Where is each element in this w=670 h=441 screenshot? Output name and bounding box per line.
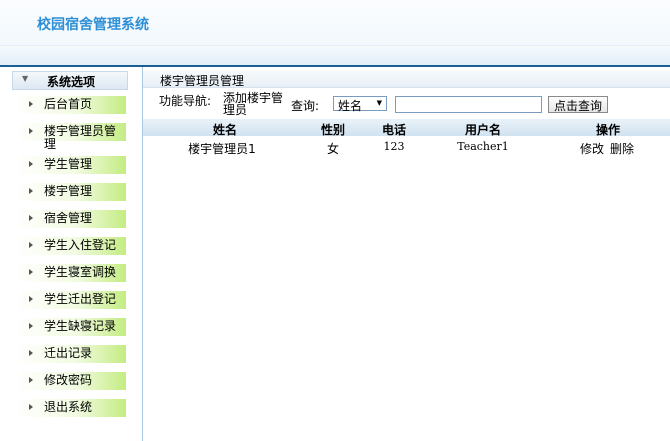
sidebar-item-label: 学生入住登记 (44, 238, 117, 252)
sidebar-item-home[interactable]: 后台首页 (15, 96, 126, 114)
sidebar-item-label: 学生管理 (44, 157, 93, 171)
sidebar-item-label: 修改密码 (44, 373, 93, 387)
sidebar-item-building-admin[interactable]: 楼宇管理员管理 (15, 123, 126, 151)
collapse-arrow-icon: ▼ (22, 74, 29, 83)
sidebar-item-students[interactable]: 学生管理 (15, 156, 126, 174)
arrow-right-icon (29, 323, 33, 329)
sidebar-item-logout[interactable]: 退出系统 (15, 399, 126, 417)
cell-username: Teacher1 (457, 140, 509, 153)
page-title: 楼宇管理员管理 (160, 74, 245, 88)
sidebar-item-label: 学生迁出登记 (44, 292, 117, 306)
sidebar-header[interactable]: ▼ 系统选项 (12, 71, 128, 90)
cell-name: 楼宇管理员1 (188, 142, 256, 156)
cell-gender: 女 (326, 142, 340, 156)
table-header: 姓名 性别 电话 用户名 操作 (143, 119, 670, 137)
sidebar-header-label: 系统选项 (47, 75, 96, 89)
header: 校园宿舍管理系统 (0, 0, 670, 45)
add-admin-link[interactable]: 添加楼宇管理员 (223, 92, 287, 116)
col-header-phone: 电话 (381, 123, 407, 137)
sidebar-item-label: 学生缺寝记录 (44, 319, 117, 333)
sidebar-item-absence[interactable]: 学生缺寝记录 (15, 318, 126, 336)
col-header-username: 用户名 (464, 123, 502, 137)
col-header-actions: 操作 (595, 123, 621, 137)
arrow-right-icon (29, 377, 33, 383)
page-title-bar: 楼宇管理员管理 (143, 70, 670, 88)
app-title: 校园宿舍管理系统 (37, 17, 149, 33)
delete-link[interactable]: 删除 (610, 140, 634, 157)
arrow-right-icon (29, 128, 33, 134)
search-button[interactable]: 点击查询 (548, 96, 608, 113)
cell-phone: 123 (383, 140, 405, 153)
sidebar-item-checkin[interactable]: 学生入住登记 (15, 237, 126, 255)
sidebar-item-checkout[interactable]: 学生迁出登记 (15, 291, 126, 309)
query-label: 查询: (291, 99, 320, 113)
sidebar-item-label: 楼宇管理员管理 (44, 124, 117, 151)
edit-link[interactable]: 修改 (580, 140, 604, 157)
sidebar-item-buildings[interactable]: 楼宇管理 (15, 183, 126, 201)
search-input[interactable] (395, 96, 542, 113)
nav-label: 功能导航: (159, 94, 212, 108)
sidebar-item-label: 楼宇管理 (44, 184, 93, 198)
sidebar-item-checkout-records[interactable]: 迁出记录 (15, 345, 126, 363)
sidebar-item-label: 后台首页 (44, 97, 93, 111)
query-field-select[interactable]: 姓名 ▼ (333, 96, 387, 113)
main-content: 楼宇管理员管理 功能导航: 添加楼宇管理员 查询: 姓名 ▼ 点击查询 姓名 性… (143, 67, 670, 441)
sub-bar (0, 45, 670, 66)
dropdown-arrow-icon: ▼ (376, 99, 382, 107)
sidebar-item-label: 学生寝室调换 (44, 265, 117, 279)
arrow-right-icon (29, 215, 33, 221)
sidebar: ▼ 系统选项 后台首页 楼宇管理员管理 学生管理 楼宇管理 宿舍管理 学生入住登… (0, 67, 143, 441)
col-header-name: 姓名 (212, 123, 238, 137)
table-row: 楼宇管理员1 女 123 Teacher1 修改 删除 (143, 137, 670, 157)
arrow-right-icon (29, 101, 33, 107)
select-value: 姓名 (338, 99, 363, 113)
sidebar-item-change-password[interactable]: 修改密码 (15, 372, 126, 390)
arrow-right-icon (29, 350, 33, 356)
arrow-right-icon (29, 161, 33, 167)
sidebar-item-label: 宿舍管理 (44, 211, 93, 225)
sidebar-item-dorms[interactable]: 宿舍管理 (15, 210, 126, 228)
col-header-gender: 性别 (320, 123, 346, 137)
arrow-right-icon (29, 404, 33, 410)
arrow-right-icon (29, 296, 33, 302)
arrow-right-icon (29, 188, 33, 194)
sidebar-item-label: 迁出记录 (44, 346, 93, 360)
sidebar-item-label: 退出系统 (44, 400, 93, 414)
arrow-right-icon (29, 269, 33, 275)
sidebar-item-room-swap[interactable]: 学生寝室调换 (15, 264, 126, 282)
arrow-right-icon (29, 242, 33, 248)
